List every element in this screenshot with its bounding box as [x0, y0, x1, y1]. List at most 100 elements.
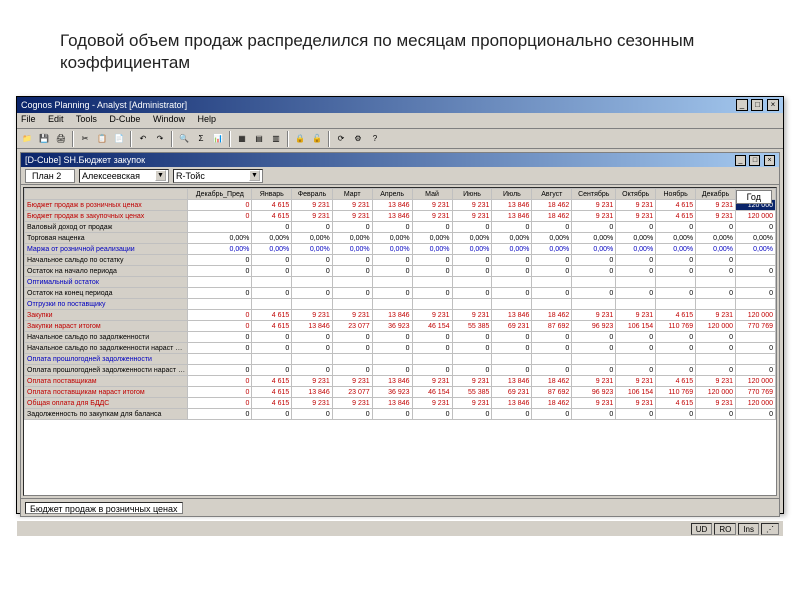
cell[interactable]: 0,00% — [696, 233, 736, 244]
cell[interactable]: 0 — [412, 365, 452, 376]
cell[interactable]: 120 000 — [696, 321, 736, 332]
cell[interactable]: 0 — [292, 255, 332, 266]
menu-help[interactable]: Help — [197, 114, 216, 124]
cell[interactable]: 770 769 — [736, 387, 776, 398]
cell[interactable]: 0 — [452, 255, 492, 266]
cell[interactable]: 0 — [188, 211, 252, 222]
tool-btn-16[interactable]: 🔓 — [309, 131, 325, 147]
row-header[interactable]: Начальное сальдо по задолженности — [25, 332, 188, 343]
cell[interactable]: 4 615 — [656, 376, 696, 387]
row-header[interactable]: Отгрузки по поставщику — [25, 299, 188, 310]
table-row[interactable]: Оплата поставщикам04 6159 2319 23113 846… — [25, 376, 776, 387]
cell[interactable]: 0 — [372, 343, 412, 354]
cell[interactable]: 0 — [492, 365, 532, 376]
cell[interactable]: 69 231 — [492, 387, 532, 398]
cell[interactable]: 0 — [736, 288, 776, 299]
cell[interactable] — [292, 299, 332, 310]
cell[interactable]: 4 615 — [252, 376, 292, 387]
year-tab[interactable]: Год — [736, 190, 772, 204]
cell[interactable]: 0 — [696, 332, 736, 343]
tool-btn-10[interactable]: Σ — [193, 131, 209, 147]
tool-btn-6[interactable]: 📄 — [111, 131, 127, 147]
cell[interactable]: 0 — [532, 222, 572, 233]
cell[interactable]: 9 231 — [412, 200, 452, 211]
cell[interactable]: 0 — [372, 255, 412, 266]
cell[interactable]: 13 846 — [372, 200, 412, 211]
cell[interactable]: 9 231 — [452, 211, 492, 222]
tool-btn-19[interactable]: ? — [367, 131, 383, 147]
cell[interactable]: 0 — [188, 332, 252, 343]
cell[interactable] — [696, 299, 736, 310]
cell[interactable]: 0,00% — [616, 233, 656, 244]
cell[interactable]: 0 — [656, 365, 696, 376]
column-header[interactable]: Август — [532, 189, 572, 200]
cell[interactable]: 0 — [372, 266, 412, 277]
cell[interactable]: 9 231 — [292, 211, 332, 222]
tool-btn-4[interactable]: ✂ — [77, 131, 93, 147]
cell[interactable]: 0 — [492, 266, 532, 277]
cell[interactable]: 0,00% — [188, 233, 252, 244]
cell[interactable]: 9 231 — [572, 211, 616, 222]
cell[interactable]: 0 — [696, 255, 736, 266]
cell[interactable]: 9 231 — [452, 376, 492, 387]
cell[interactable]: 0 — [572, 332, 616, 343]
row-header[interactable]: Бюджет продаж в закупочных ценах — [25, 211, 188, 222]
cell[interactable]: 120 000 — [736, 211, 776, 222]
cell[interactable]: 9 231 — [616, 310, 656, 321]
cell[interactable]: 0 — [492, 332, 532, 343]
table-row[interactable]: Начальное сальдо по остатку0000000000000 — [25, 255, 776, 266]
cell[interactable] — [736, 332, 776, 343]
cell[interactable]: 13 846 — [492, 376, 532, 387]
cell[interactable] — [292, 277, 332, 288]
cell[interactable] — [452, 354, 492, 365]
cell[interactable]: 0 — [188, 398, 252, 409]
cell[interactable]: 0 — [572, 266, 616, 277]
cell[interactable]: 0 — [332, 222, 372, 233]
plan-tab[interactable]: План 2 — [25, 169, 75, 183]
cell[interactable]: 0 — [696, 288, 736, 299]
cell[interactable]: 0,00% — [616, 244, 656, 255]
location-dropdown[interactable]: Алексеевская ▼ — [79, 169, 169, 183]
cell[interactable]: 23 077 — [332, 321, 372, 332]
tool-btn-2[interactable]: 💾 — [36, 131, 52, 147]
cell[interactable]: 0 — [656, 288, 696, 299]
cell[interactable]: 0 — [452, 365, 492, 376]
cell[interactable] — [412, 299, 452, 310]
table-row[interactable]: Начальное сальдо по задолженности нараст… — [25, 343, 776, 354]
cell[interactable]: 0 — [252, 255, 292, 266]
cell[interactable]: 13 846 — [372, 398, 412, 409]
cell[interactable]: 9 231 — [292, 398, 332, 409]
cell[interactable]: 0 — [616, 365, 656, 376]
cell[interactable]: 0 — [412, 343, 452, 354]
cell[interactable]: 0 — [656, 266, 696, 277]
column-header[interactable]: Март — [332, 189, 372, 200]
cell[interactable]: 0 — [332, 365, 372, 376]
cell[interactable]: 0 — [412, 332, 452, 343]
tool-btn-8[interactable]: ↷ — [152, 131, 168, 147]
cell[interactable]: 0,00% — [332, 233, 372, 244]
cell[interactable]: 0 — [656, 255, 696, 266]
column-header[interactable]: Февраль — [292, 189, 332, 200]
table-row[interactable]: Задолженность по закупкам для баланса000… — [25, 409, 776, 420]
column-header[interactable]: Апрель — [372, 189, 412, 200]
cell[interactable]: 9 231 — [572, 200, 616, 211]
cell[interactable]: 13 846 — [292, 321, 332, 332]
cell[interactable] — [736, 299, 776, 310]
table-row[interactable]: Бюджет продаж в закупочных ценах04 6159 … — [25, 211, 776, 222]
cell[interactable]: 0 — [188, 376, 252, 387]
cell[interactable]: 9 231 — [292, 310, 332, 321]
cell[interactable]: 69 231 — [492, 321, 532, 332]
cell[interactable]: 0 — [572, 409, 616, 420]
cell[interactable]: 0 — [188, 365, 252, 376]
row-header[interactable]: Остаток на начало периода — [25, 266, 188, 277]
cell[interactable] — [656, 299, 696, 310]
cell[interactable]: 13 846 — [492, 310, 532, 321]
data-grid[interactable]: Декабрь_ПредЯнварьФевральМартАпрельМайИю… — [24, 188, 776, 420]
cell[interactable]: 4 615 — [656, 310, 696, 321]
cell[interactable]: 13 846 — [492, 398, 532, 409]
cell[interactable]: 0 — [252, 288, 292, 299]
cell[interactable]: 0 — [696, 409, 736, 420]
cell[interactable]: 0 — [188, 343, 252, 354]
table-row[interactable]: Торговая наценка0,00%0,00%0,00%0,00%0,00… — [25, 233, 776, 244]
tool-btn-12[interactable]: ▦ — [234, 131, 250, 147]
